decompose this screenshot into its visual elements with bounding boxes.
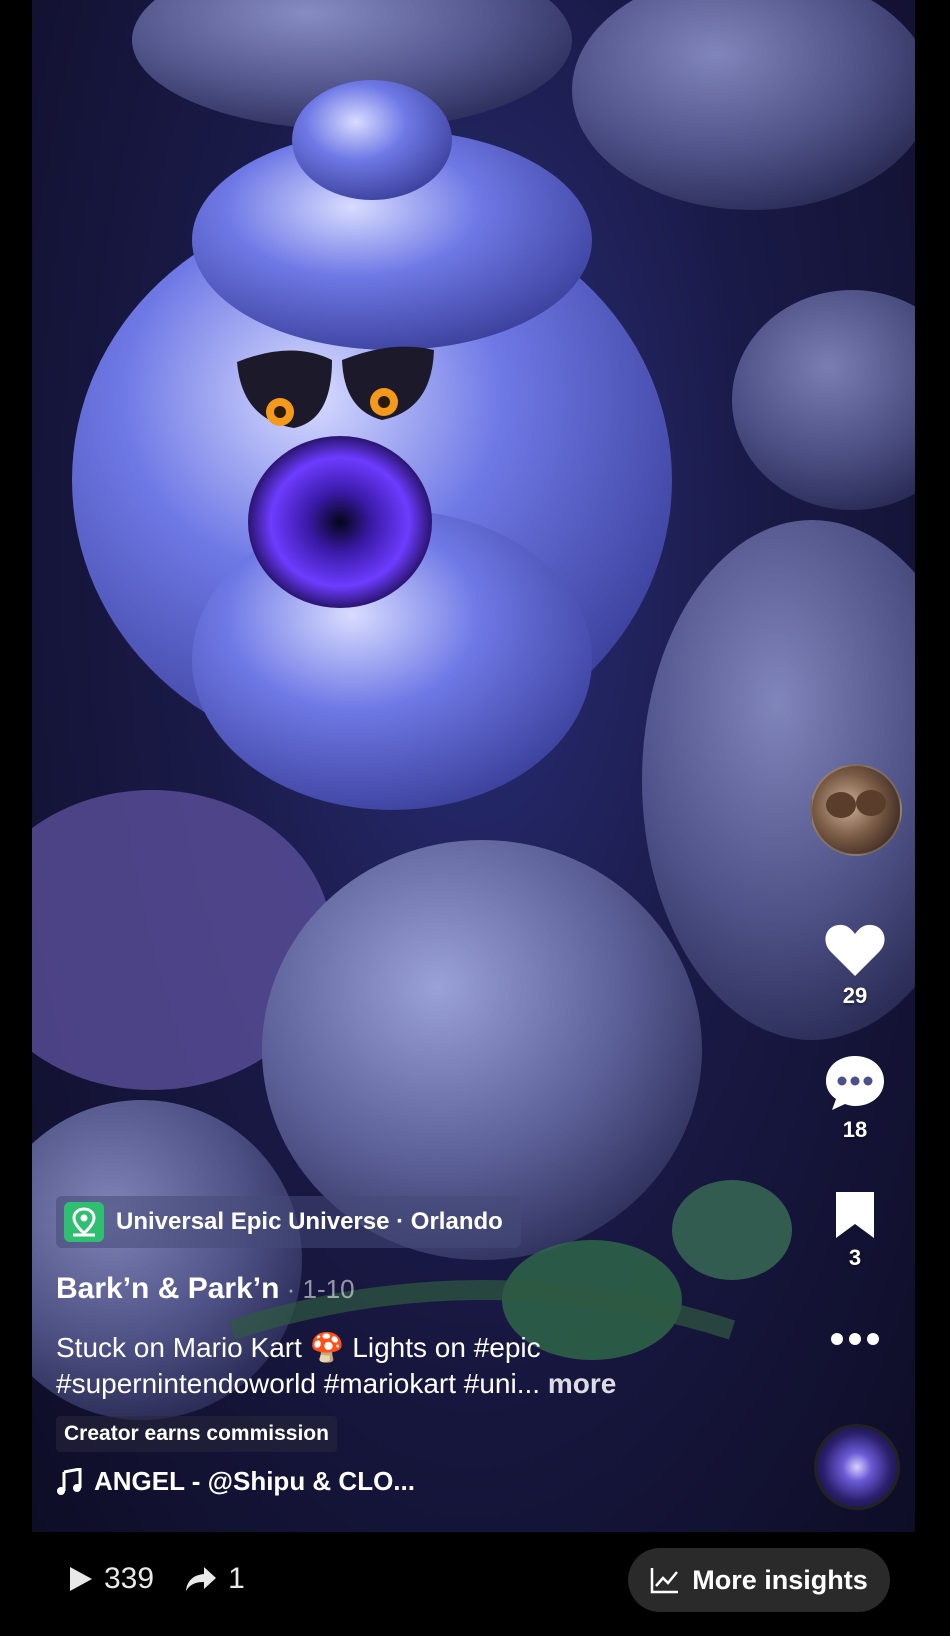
location-pin-icon	[64, 1202, 104, 1242]
like-count: 29	[842, 983, 868, 1008]
music-title: ANGEL - @Shipu & CLO...	[94, 1466, 415, 1496]
creator-avatar[interactable]	[810, 764, 902, 856]
view-count: 339	[104, 1562, 155, 1595]
ellipsis-icon	[831, 1333, 879, 1345]
music-note-icon	[57, 1467, 82, 1495]
post-title[interactable]: Bark’n & Park’n · 1-10	[56, 1272, 355, 1306]
post-date: · 1-10	[279, 1274, 355, 1304]
location-label: Universal Epic Universe · Orlando	[116, 1208, 503, 1235]
bookmark-icon	[836, 1192, 874, 1238]
caption-line-2: #supernintendoworld #mariokart #uni...	[56, 1368, 541, 1399]
share-icon	[186, 1567, 217, 1591]
save-count: 3	[848, 1245, 862, 1270]
chart-icon	[650, 1568, 679, 1594]
location-tag[interactable]: Universal Epic Universe · Orlando	[56, 1196, 521, 1248]
share-count: 1	[228, 1562, 245, 1595]
like-button[interactable]: 29	[810, 922, 900, 1009]
save-button[interactable]: 3	[810, 1190, 900, 1271]
more-insights-label: More insights	[692, 1564, 868, 1595]
play-icon	[70, 1567, 92, 1591]
heart-icon	[825, 924, 885, 976]
caption[interactable]: Stuck on Mario Kart 🍄 Lights on #epic #s…	[56, 1330, 736, 1402]
more-options-button[interactable]	[810, 1332, 900, 1351]
music-disc[interactable]	[814, 1424, 900, 1510]
more-link[interactable]: more	[548, 1368, 616, 1399]
commission-badge: Creator earns commission	[56, 1416, 337, 1452]
more-insights-button[interactable]: More insights	[628, 1548, 890, 1612]
post-stats: 339 1	[68, 1562, 245, 1596]
caption-line-1: Stuck on Mario Kart 🍄 Lights on #epic	[56, 1332, 541, 1363]
author-name[interactable]: Bark’n & Park’n	[56, 1272, 279, 1305]
comment-icon	[826, 1056, 884, 1110]
music-info[interactable]: ANGEL - @Shipu & CLO...	[56, 1466, 415, 1497]
comment-count: 18	[842, 1117, 868, 1142]
comment-button[interactable]: 18	[810, 1054, 900, 1143]
